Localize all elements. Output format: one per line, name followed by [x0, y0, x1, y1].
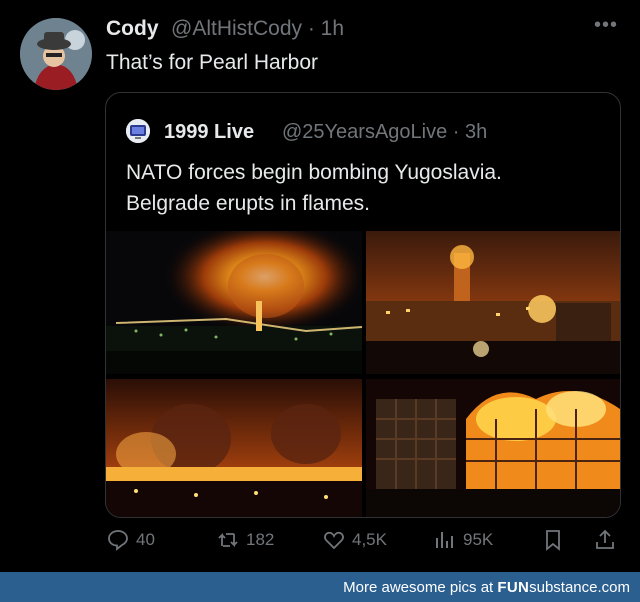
bookmark-button[interactable]: [541, 528, 565, 552]
views-count: 95K: [463, 530, 494, 549]
like-icon: [324, 531, 344, 550]
watermark-banner: More awesome pics at FUNsubstance.com: [0, 572, 640, 602]
views-button[interactable]: 95K: [433, 528, 493, 552]
quoted-handle[interactable]: @25YearsAgoLive · 3h: [282, 121, 487, 144]
share-button[interactable]: [593, 528, 617, 552]
author-name[interactable]: Cody: [106, 17, 159, 41]
author-avatar[interactable]: [20, 18, 92, 90]
watermark-text: More awesome pics at FUNsubstance.com: [343, 579, 630, 596]
tweet-text: That’s for Pearl Harbor: [106, 51, 319, 74]
quoted-text-line-2: Belgrade erupts in flames.: [126, 192, 370, 215]
photo-2[interactable]: [366, 231, 620, 374]
author-handle[interactable]: @AltHistCody · 1h: [171, 17, 344, 41]
views-icon: [436, 532, 453, 548]
watermark-brand-bold: FUN: [497, 579, 530, 596]
photo-3[interactable]: [106, 379, 362, 517]
quoted-avatar[interactable]: [126, 119, 150, 143]
photo-4[interactable]: [366, 379, 620, 517]
like-button[interactable]: 4,5K: [322, 528, 387, 552]
tweet-time[interactable]: · 1h: [308, 17, 344, 40]
repost-button[interactable]: 182: [216, 528, 274, 552]
quoted-text: NATO forces begin bombing Yugoslavia. Be…: [126, 157, 606, 219]
reply-button[interactable]: 40: [106, 528, 155, 552]
repost-icon: [218, 532, 238, 548]
more-icon[interactable]: •••: [594, 14, 618, 37]
watermark-brand-rest: substance.com: [529, 579, 630, 596]
quoted-time[interactable]: · 3h: [453, 121, 487, 143]
bookmark-icon: [546, 530, 560, 551]
reply-count: 40: [136, 530, 155, 549]
like-count: 4,5K: [352, 530, 387, 549]
repost-count: 182: [246, 530, 275, 549]
photo-1[interactable]: [106, 231, 362, 374]
reply-icon: [108, 530, 128, 551]
share-icon: [596, 529, 614, 549]
author-handle-text[interactable]: @AltHistCody: [171, 17, 302, 40]
action-bar: 40 182 4,5K 95K: [0, 528, 640, 558]
quoted-text-line-1: NATO forces begin bombing Yugoslavia.: [126, 161, 502, 184]
quoted-handle-text[interactable]: @25YearsAgoLive: [282, 121, 447, 143]
quoted-tweet[interactable]: 1999 Live @25YearsAgoLive · 3h NATO forc…: [105, 92, 621, 518]
quoted-author-name[interactable]: 1999 Live: [164, 121, 254, 144]
watermark-prefix: More awesome pics at: [343, 579, 494, 596]
